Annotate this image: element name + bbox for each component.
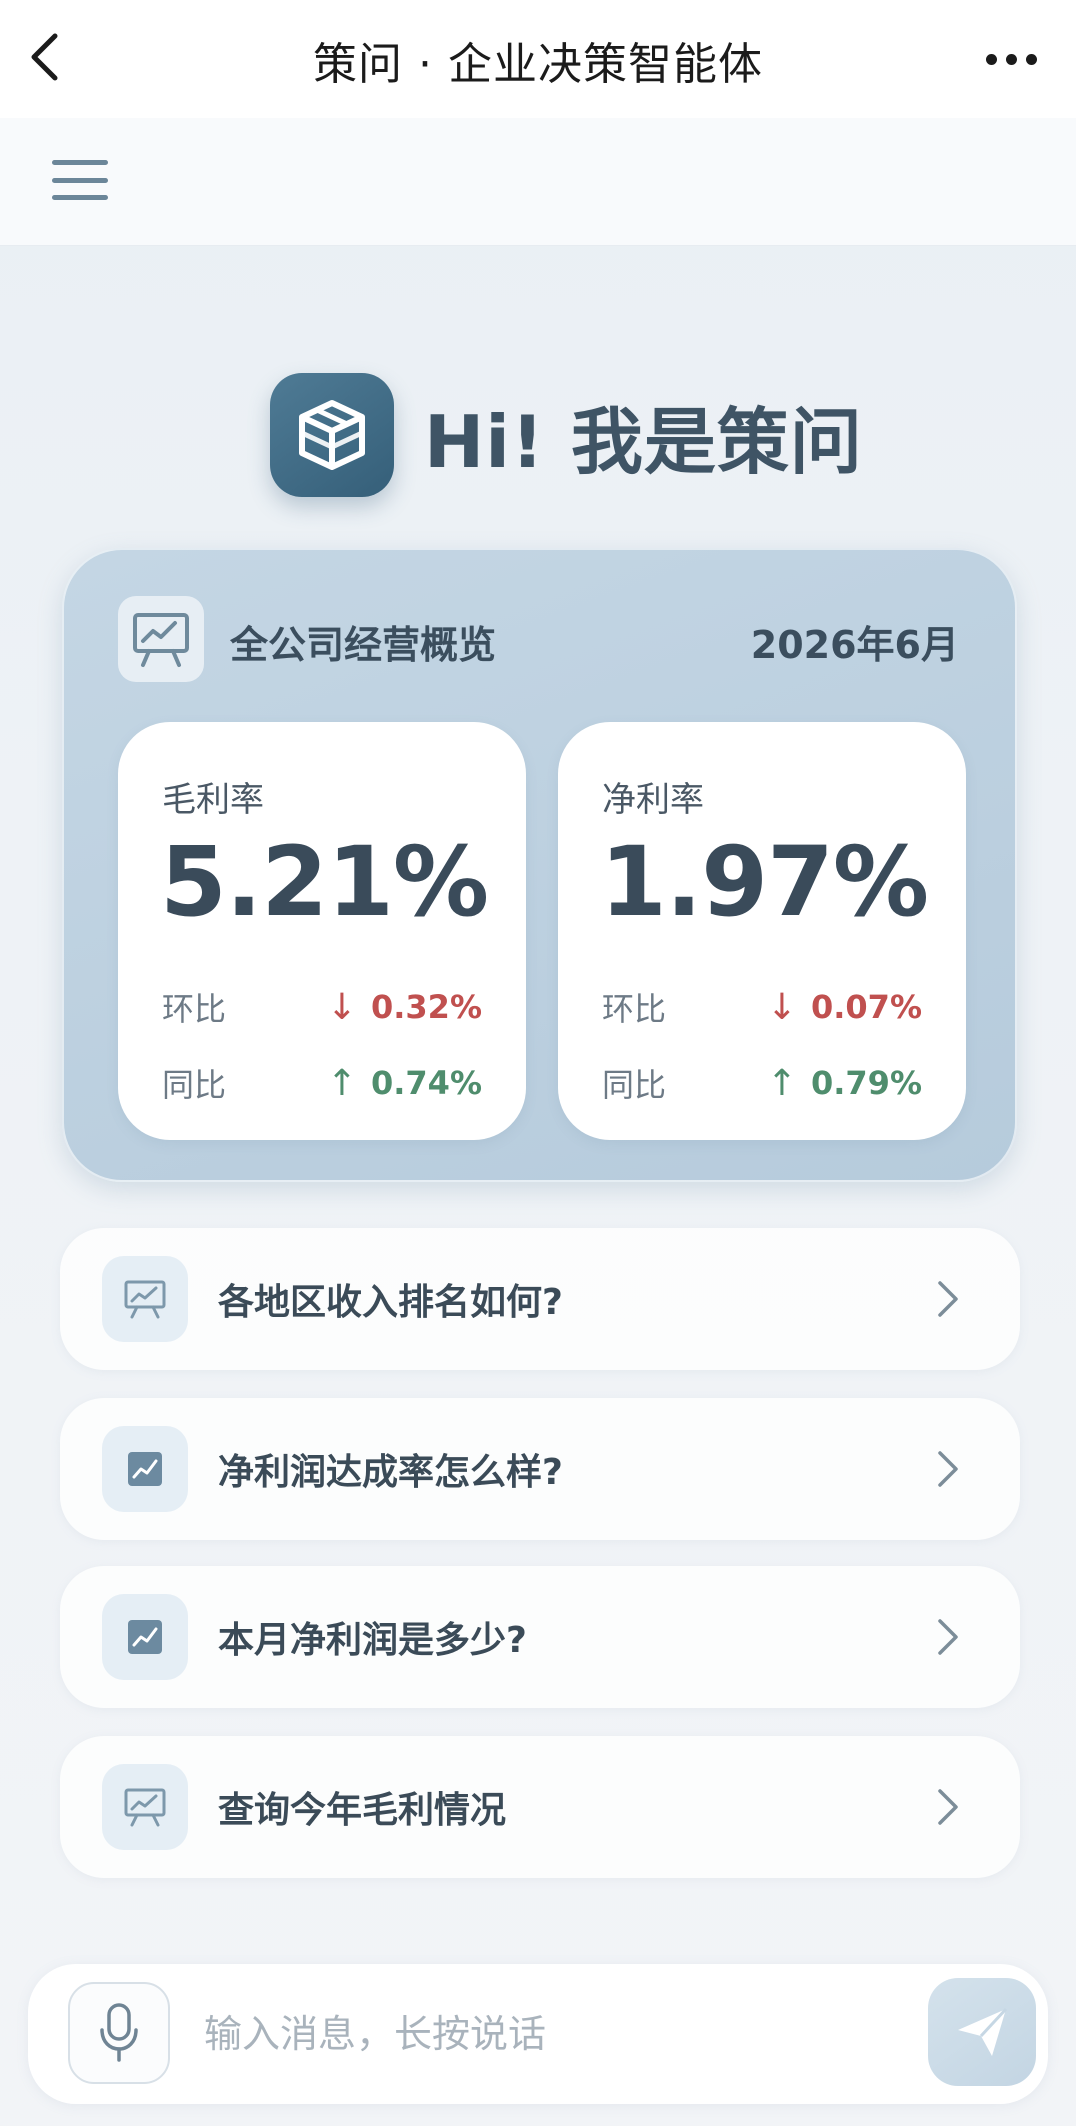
suggestion-item[interactable]: 净利润达成率怎么样? [60, 1398, 1020, 1540]
yoy-change: ↑ 0.79% [767, 1063, 922, 1104]
send-icon [958, 2007, 1008, 2056]
microphone-icon [100, 2003, 138, 2062]
presentation-chart-icon [102, 1764, 188, 1850]
greeting-header: Hi! 我是策问 [270, 372, 863, 498]
yoy-value: 0.74% [370, 1064, 482, 1102]
metric-label: 毛利率 [162, 780, 264, 820]
arrow-up-icon: ↑ [326, 1062, 357, 1104]
arrow-up-icon: ↑ [766, 1062, 797, 1104]
more-options-button[interactable] [966, 34, 1056, 84]
page-title: 策问 · 企业决策智能体 [313, 39, 763, 90]
overview-title: 全公司经营概览 [230, 623, 497, 667]
message-input-bar [28, 1964, 1048, 2104]
suggestion-item[interactable]: 各地区收入排名如何? [60, 1228, 1020, 1370]
metric-mom-row: 环比 ↓ 0.07% [602, 984, 922, 1030]
metric-value: 1.97% [600, 826, 929, 938]
line-chart-icon [102, 1426, 188, 1512]
menu-bar [0, 118, 1076, 246]
message-input[interactable] [204, 1994, 904, 2074]
mom-change: ↓ 0.32% [327, 987, 482, 1028]
chevron-right-icon [928, 1449, 968, 1489]
mom-change: ↓ 0.07% [767, 987, 922, 1028]
arrow-down-icon: ↓ [766, 986, 797, 1028]
voice-input-button[interactable] [68, 1982, 170, 2084]
chevron-right-icon [928, 1279, 968, 1319]
yoy-label: 同比 [162, 1066, 227, 1104]
yoy-value: 0.79% [810, 1064, 922, 1102]
line-chart-icon [102, 1594, 188, 1680]
metric-yoy-row: 同比 ↑ 0.79% [602, 1060, 922, 1106]
metric-yoy-row: 同比 ↑ 0.74% [162, 1060, 482, 1106]
presentation-chart-icon [118, 596, 204, 682]
overview-card[interactable]: 全公司经营概览 2026年6月 毛利率 5.21% 环比 ↓ 0.32% 同比 … [62, 548, 1017, 1182]
send-button[interactable] [928, 1978, 1036, 2086]
more-dot-icon [1005, 53, 1017, 65]
greeting-text: Hi! 我是策问 [424, 399, 863, 484]
suggestion-text: 查询今年毛利情况 [218, 1790, 507, 1831]
app-logo [270, 373, 394, 497]
suggestion-text: 净利润达成率怎么样? [218, 1452, 563, 1493]
suggestion-text: 各地区收入排名如何? [218, 1282, 563, 1323]
chevron-right-icon [928, 1617, 968, 1657]
more-dot-icon [985, 53, 997, 65]
mom-label: 环比 [602, 990, 667, 1028]
yoy-change: ↑ 0.74% [327, 1063, 482, 1104]
metric-label: 净利率 [602, 780, 704, 820]
suggestion-item[interactable]: 查询今年毛利情况 [60, 1736, 1020, 1878]
mom-value: 0.07% [810, 988, 922, 1026]
chevron-right-icon [928, 1787, 968, 1827]
metric-card-net-margin[interactable]: 净利率 1.97% 环比 ↓ 0.07% 同比 ↑ 0.79% [558, 722, 966, 1140]
hamburger-menu-icon[interactable] [52, 158, 108, 202]
top-nav-bar: 策问 · 企业决策智能体 [0, 0, 1076, 118]
yoy-label: 同比 [602, 1066, 667, 1104]
mom-label: 环比 [162, 990, 227, 1028]
metric-card-gross-margin[interactable]: 毛利率 5.21% 环比 ↓ 0.32% 同比 ↑ 0.74% [118, 722, 526, 1140]
cube-logo-icon [299, 400, 365, 470]
suggestion-text: 本月净利润是多少? [218, 1620, 527, 1661]
more-dot-icon [1025, 53, 1037, 65]
metric-mom-row: 环比 ↓ 0.32% [162, 984, 482, 1030]
overview-date: 2026年6月 [750, 623, 959, 667]
arrow-down-icon: ↓ [326, 986, 357, 1028]
mom-value: 0.32% [370, 988, 482, 1026]
presentation-chart-icon [102, 1256, 188, 1342]
metric-value: 5.21% [160, 826, 489, 938]
suggestion-item[interactable]: 本月净利润是多少? [60, 1566, 1020, 1708]
